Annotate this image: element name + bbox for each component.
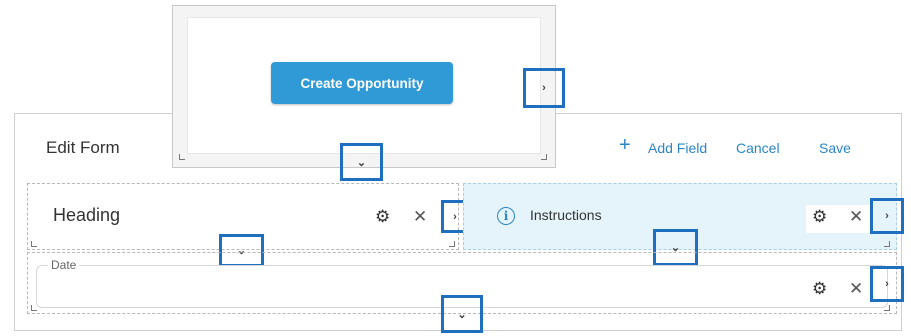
heading-settings-gear-icon[interactable]: ⚙	[375, 207, 390, 227]
save-button[interactable]: Save	[819, 140, 851, 156]
date-expand-right-button[interactable]: ›	[870, 266, 904, 302]
chevron-right-icon: ›	[453, 210, 457, 223]
chevron-right-icon: ›	[885, 278, 889, 290]
chevron-right-icon: ›	[542, 82, 546, 94]
form-title: Edit Form	[46, 138, 120, 157]
resize-corner	[884, 241, 890, 247]
resize-corner	[541, 154, 547, 160]
popup-expand-down-button[interactable]: ⌄	[340, 143, 383, 181]
heading-field-label: Heading	[53, 205, 121, 225]
chevron-down-icon: ⌄	[457, 308, 467, 321]
chevron-right-icon: ›	[885, 210, 889, 222]
resize-corner	[179, 154, 185, 160]
instructions-remove-close-icon[interactable]: ✕	[849, 207, 863, 227]
date-remove-close-icon[interactable]: ✕	[849, 279, 863, 299]
date-settings-gear-icon[interactable]: ⚙	[812, 279, 827, 299]
add-field-button[interactable]: Add Field	[648, 140, 707, 156]
instructions-field-label: Instructions	[530, 207, 602, 223]
heading-remove-close-icon[interactable]: ✕	[413, 207, 427, 227]
resize-corner	[449, 241, 455, 247]
create-opportunity-button[interactable]: Create Opportunity	[271, 62, 453, 104]
info-icon: i	[497, 207, 515, 225]
chevron-down-icon: ⌄	[356, 156, 367, 169]
popup-expand-right-button[interactable]: ›	[523, 68, 565, 108]
instructions-settings-gear-icon[interactable]: ⚙	[812, 207, 827, 227]
add-icon[interactable]: +	[619, 135, 631, 155]
date-expand-down-button[interactable]: ⌄	[441, 295, 483, 333]
instructions-expand-right-button[interactable]: ›	[870, 198, 904, 234]
resize-corner	[31, 241, 37, 247]
date-field-label: Date	[48, 258, 80, 272]
cancel-button[interactable]: Cancel	[736, 140, 780, 156]
resize-corner	[31, 305, 37, 311]
